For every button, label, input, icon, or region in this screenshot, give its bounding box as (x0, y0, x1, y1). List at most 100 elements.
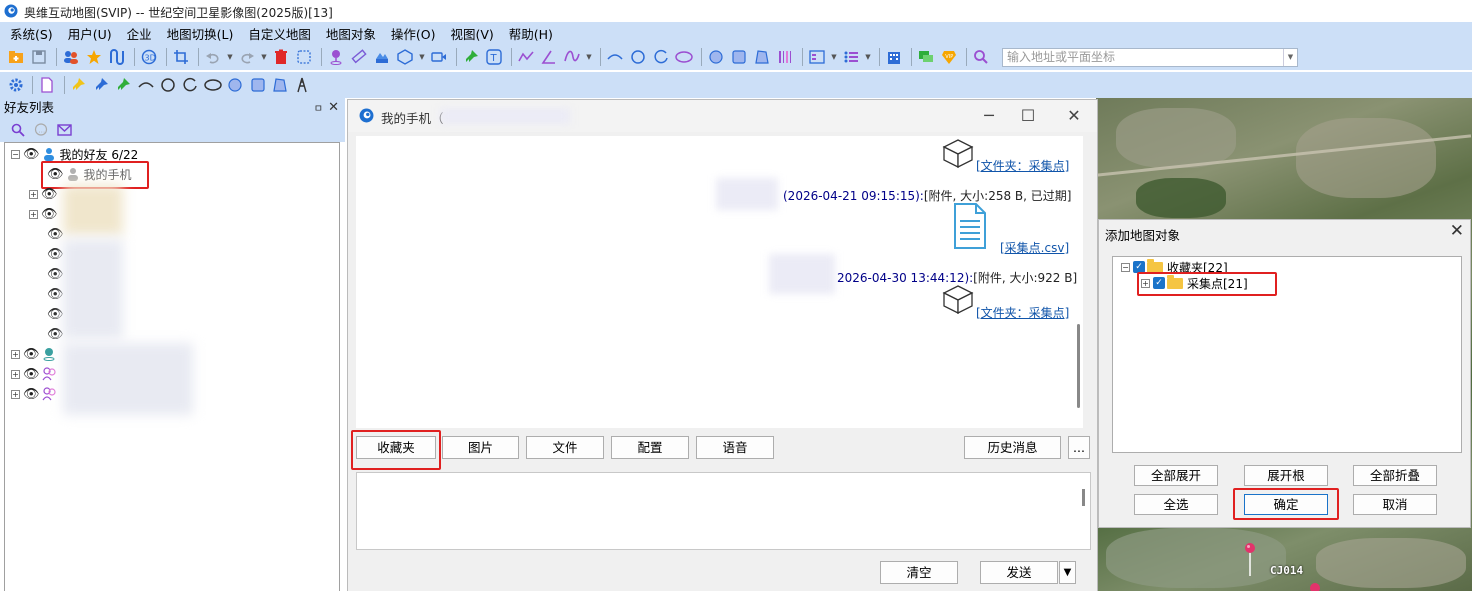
visibility-eye-icon[interactable]: 👁 (47, 227, 64, 242)
message-bubble-icon[interactable]: … (31, 120, 51, 140)
visibility-eye-icon[interactable]: 👁 (23, 387, 40, 402)
menu-help[interactable]: 帮助(H) (509, 24, 553, 43)
pin-yellow-icon[interactable] (69, 75, 88, 95)
friend-group-row[interactable]: + 👁 (11, 365, 57, 383)
visibility-eye-icon[interactable]: 👁 (47, 167, 64, 182)
collapse-icon[interactable]: − (1121, 262, 1130, 272)
filled-polygon-blue-icon[interactable] (270, 75, 289, 95)
visibility-eye-icon[interactable]: 👁 (23, 147, 40, 162)
crop-icon[interactable] (171, 47, 191, 67)
delete-icon[interactable] (271, 47, 291, 67)
road-arc-icon[interactable] (136, 75, 155, 95)
filled-square-blue-icon[interactable] (248, 75, 267, 95)
voice-button[interactable]: 语音 (696, 436, 774, 459)
expand-root-button[interactable]: 展开根 (1244, 465, 1328, 486)
address-search-box[interactable]: ▼ (1002, 47, 1298, 67)
visibility-eye-icon[interactable]: 👁 (23, 367, 40, 382)
menu-system[interactable]: 系统(S) (10, 24, 53, 43)
visibility-eye-icon[interactable]: 👁 (41, 187, 58, 202)
expand-icon[interactable]: + (29, 209, 38, 219)
package-folder-icon[interactable] (942, 138, 974, 168)
visibility-eye-icon[interactable]: 👁 (23, 347, 40, 362)
send-button[interactable]: 发送 (980, 561, 1058, 584)
address-search-input[interactable] (1003, 48, 1281, 66)
search-friend-icon[interactable] (8, 120, 28, 140)
expand-icon[interactable]: + (11, 389, 20, 399)
redo-icon[interactable] (237, 47, 257, 67)
pin-blue-icon[interactable] (91, 75, 110, 95)
favorites-button[interactable]: 收藏夹 (356, 436, 436, 459)
expand-icon[interactable]: + (11, 349, 20, 359)
file-button[interactable]: 文件 (526, 436, 604, 459)
menu-operation[interactable]: 操作(O) (391, 24, 436, 43)
friend-item[interactable]: + 👁 (29, 185, 60, 203)
expand-icon[interactable]: + (11, 369, 20, 379)
ellipse-icon[interactable] (674, 47, 694, 67)
input-scrollbar[interactable] (1082, 489, 1085, 506)
chat-folder-link[interactable]: [文件夹：采集点] (976, 157, 1069, 174)
search-dropdown-icon[interactable]: ▼ (1283, 48, 1297, 66)
close-panel-icon[interactable]: ✕ (328, 98, 339, 117)
clear-button[interactable]: 清空 (880, 561, 958, 584)
chat-scrollbar[interactable] (1077, 324, 1080, 408)
search-icon[interactable] (971, 47, 991, 67)
open-folder-icon[interactable] (6, 47, 26, 67)
filled-polygon-icon[interactable] (752, 47, 772, 67)
chat-icon[interactable] (916, 47, 936, 67)
undo-dropdown-icon[interactable]: ▼ (226, 47, 234, 67)
chat-input-area[interactable] (356, 472, 1091, 550)
elevation-icon[interactable] (372, 47, 392, 67)
page-icon[interactable] (37, 75, 56, 95)
save-icon[interactable] (29, 47, 49, 67)
place-marker-icon[interactable] (326, 47, 346, 67)
circle-icon[interactable] (628, 47, 648, 67)
polyline-icon[interactable] (516, 47, 536, 67)
tree-node-collection-points[interactable]: + ✓ 采集点[21] (1141, 274, 1248, 292)
star-icon[interactable] (84, 47, 104, 67)
ok-button[interactable]: 确定 (1244, 494, 1328, 515)
checkbox-checked-icon[interactable]: ✓ (1133, 261, 1145, 273)
expand-icon[interactable]: + (29, 189, 38, 199)
map-marker-pin-icon[interactable] (1309, 582, 1321, 591)
visibility-eye-icon[interactable]: 👁 (47, 307, 64, 322)
map-marker-pin-icon[interactable] (1244, 542, 1256, 576)
friend-group-row[interactable]: + 👁 (11, 345, 56, 363)
arc-icon[interactable] (605, 47, 625, 67)
expand-all-button[interactable]: 全部展开 (1134, 465, 1218, 486)
barcode-icon[interactable] (775, 47, 795, 67)
layers-3d-icon[interactable]: 3D (139, 47, 159, 67)
file-document-icon[interactable] (952, 202, 988, 250)
expand-icon[interactable]: + (1141, 278, 1150, 288)
visibility-eye-icon[interactable]: 👁 (47, 287, 64, 302)
menu-map-objects[interactable]: 地图对象 (326, 24, 376, 43)
chat-file-link[interactable]: [采集点.csv] (1000, 239, 1069, 256)
close-dialog-icon[interactable]: ✕ (1450, 221, 1464, 241)
list-view-icon[interactable] (807, 47, 827, 67)
filled-circle-blue-icon[interactable] (225, 75, 244, 95)
circle-outline-icon[interactable] (158, 75, 177, 95)
undo-icon[interactable] (203, 47, 223, 67)
redo-dropdown-icon[interactable]: ▼ (260, 47, 268, 67)
more-button[interactable]: ... (1068, 436, 1090, 459)
pin-green-icon[interactable] (114, 75, 133, 95)
visibility-eye-icon[interactable]: 👁 (47, 247, 64, 262)
curve-dropdown-icon[interactable]: ▼ (585, 47, 593, 67)
mail-icon[interactable] (54, 120, 74, 140)
video-icon[interactable] (429, 47, 449, 67)
visibility-eye-icon[interactable]: 👁 (41, 207, 58, 222)
select-all-button[interactable]: 全选 (1134, 494, 1218, 515)
bullet-list-dropdown-icon[interactable]: ▼ (864, 47, 872, 67)
settings-gear-icon[interactable] (6, 75, 25, 95)
visibility-eye-icon[interactable]: 👁 (47, 267, 64, 282)
package-folder-icon[interactable] (942, 284, 974, 314)
list-view-dropdown-icon[interactable]: ▼ (830, 47, 838, 67)
pin-tool-icon[interactable] (461, 47, 481, 67)
collapse-icon[interactable]: − (11, 149, 20, 159)
config-button[interactable]: 配置 (611, 436, 689, 459)
menu-user[interactable]: 用户(U) (68, 24, 112, 43)
ruler-icon[interactable] (349, 47, 369, 67)
friend-group-row[interactable]: + 👁 (11, 385, 57, 403)
building-icon[interactable] (884, 47, 904, 67)
polygon-dropdown-icon[interactable]: ▼ (418, 47, 426, 67)
text-tool-icon[interactable]: T (484, 47, 504, 67)
